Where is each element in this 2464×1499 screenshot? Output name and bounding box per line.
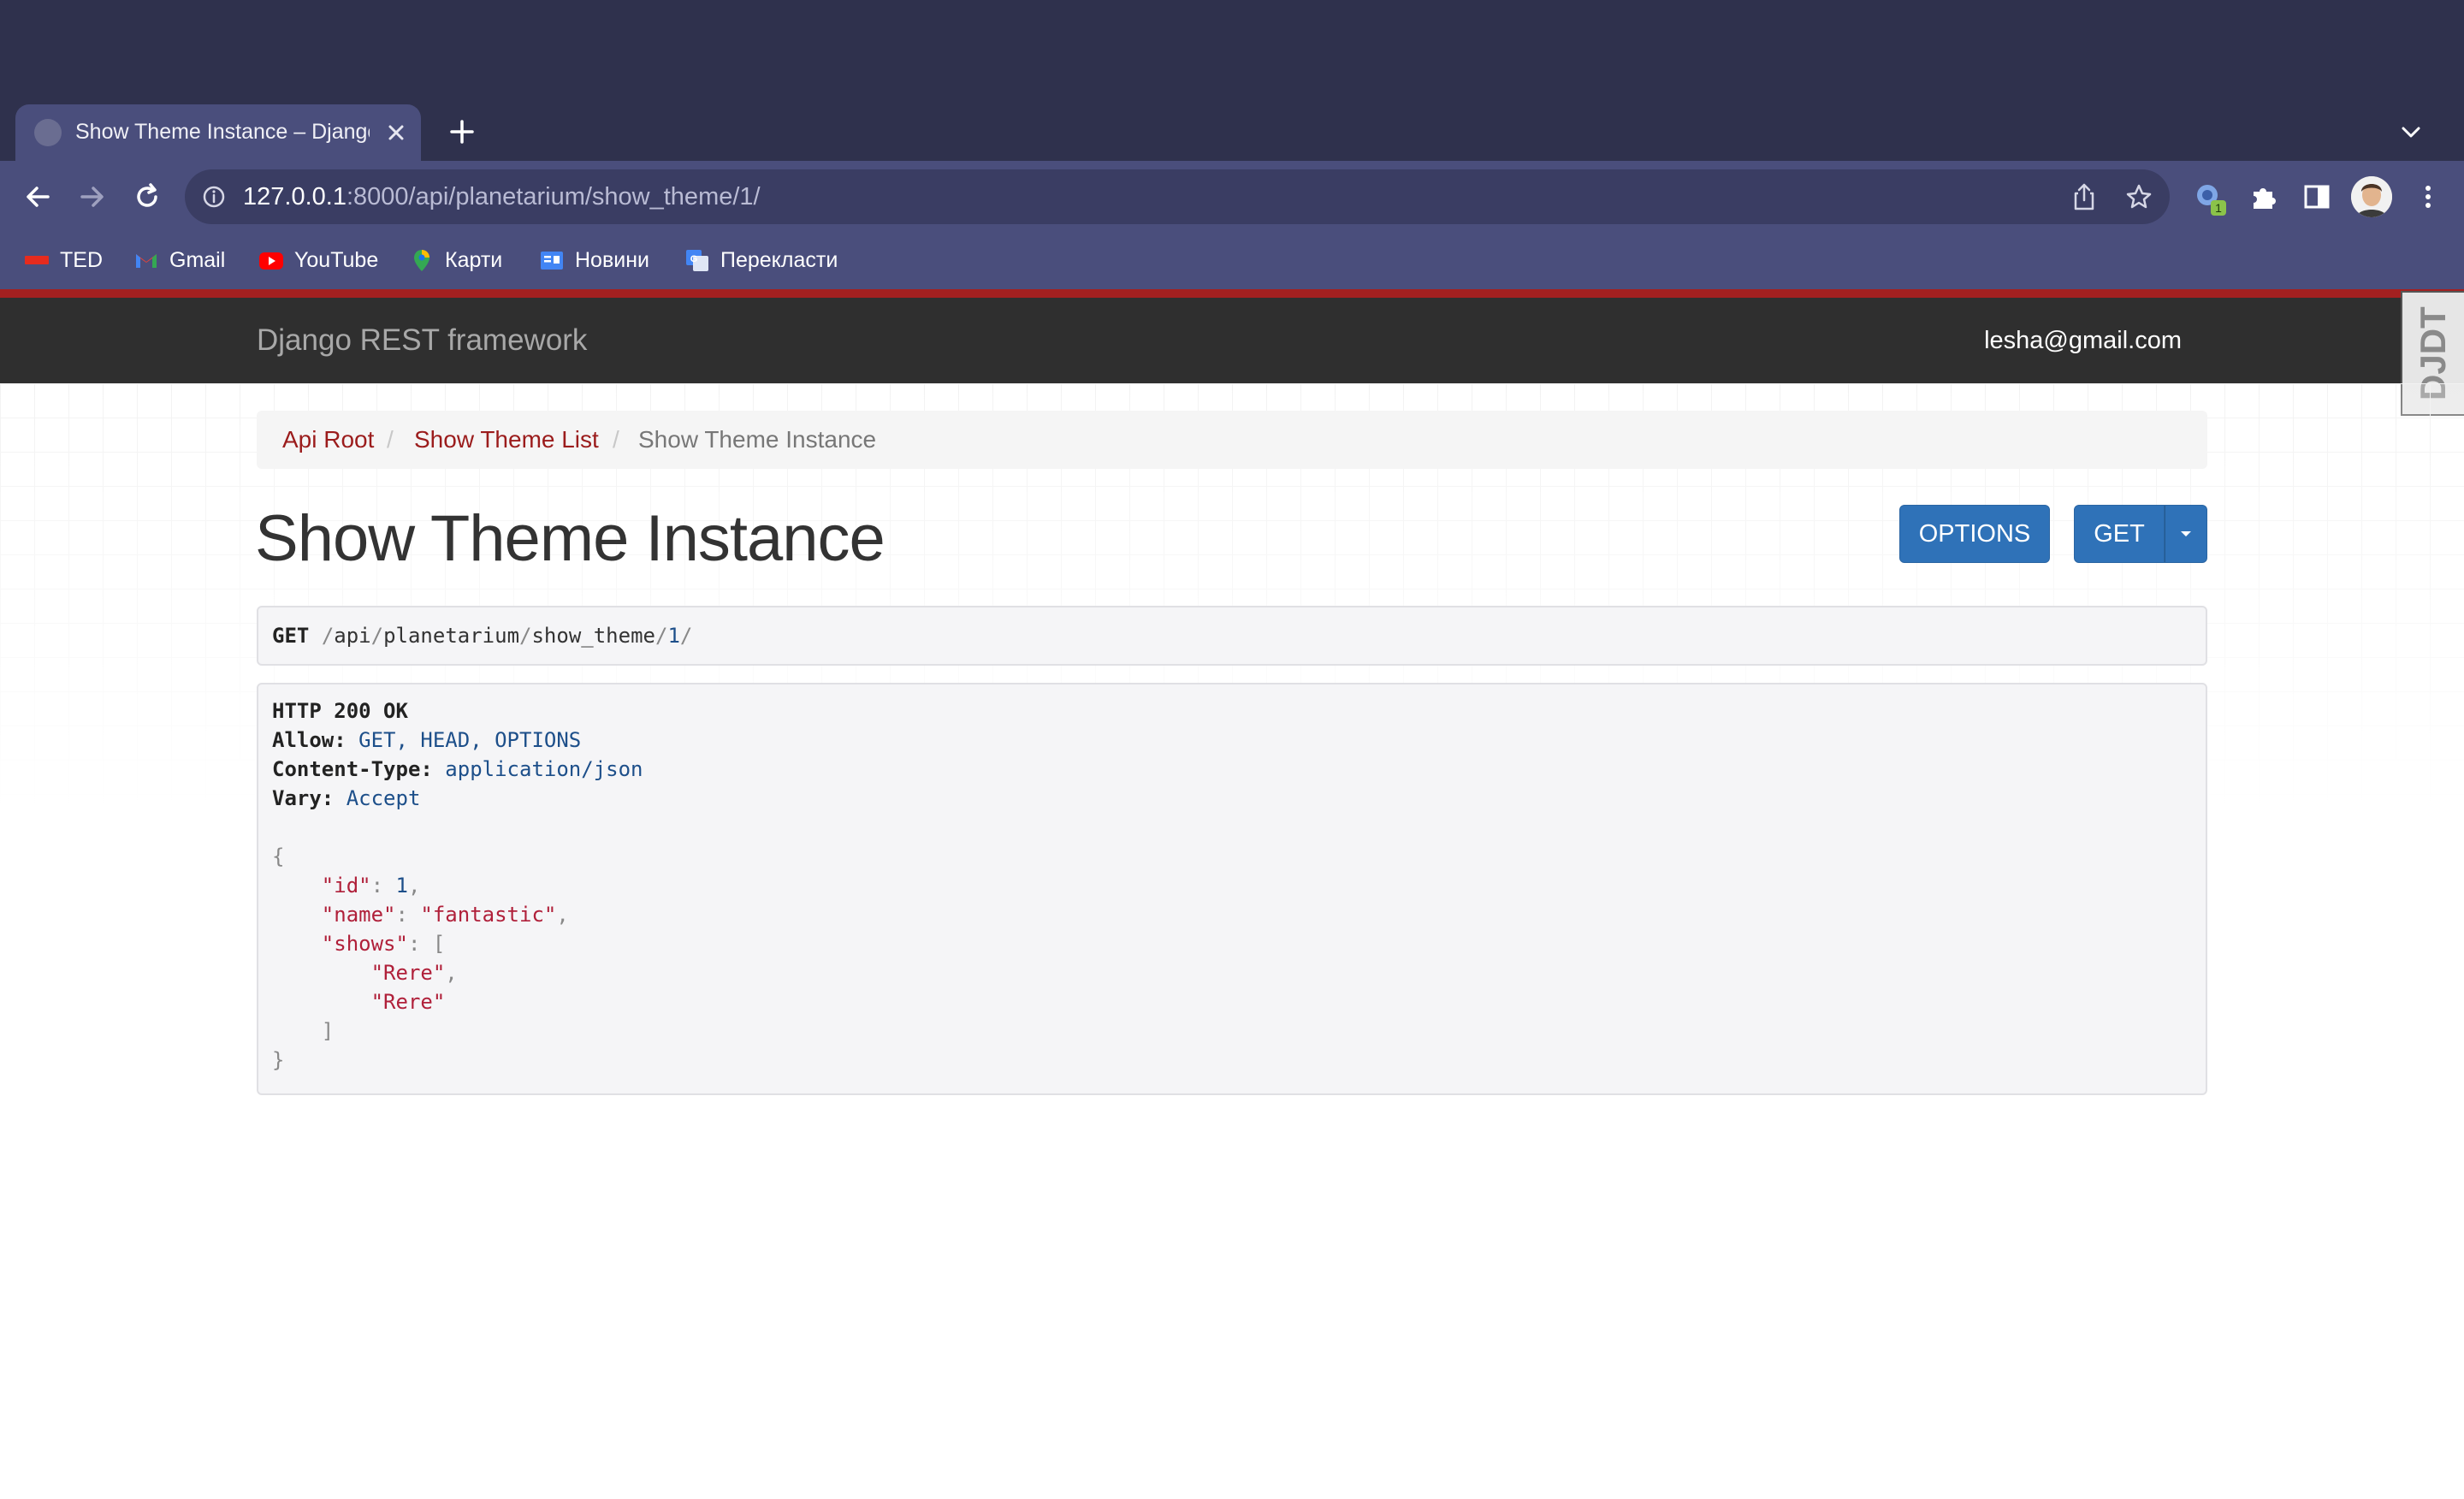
extension-badge: 1 — [2215, 201, 2222, 215]
caret-down-icon — [2181, 531, 2191, 536]
bookmark-maps[interactable]: Карти — [409, 243, 502, 277]
bookmark-star-icon[interactable] — [2122, 180, 2156, 214]
json-open-brace: { — [272, 844, 285, 868]
get-format-dropdown[interactable] — [2165, 505, 2207, 563]
json-line-name: "name": "fantastic", — [321, 903, 569, 927]
response-info: HTTP 200 OK Allow: GET, HEAD, OPTIONS Co… — [257, 683, 2207, 1095]
forward-arrow-icon[interactable] — [74, 178, 111, 216]
bookmark-label: YouTube — [294, 247, 379, 272]
bookmark-label: TED — [60, 247, 103, 272]
response-header: Vary: Accept — [272, 786, 421, 810]
brand-link[interactable]: Django REST framework — [257, 320, 587, 361]
back-arrow-icon[interactable] — [19, 178, 56, 216]
gmail-icon — [133, 247, 159, 273]
request-line: GET /api/planetarium/show_theme/1/ — [272, 624, 693, 648]
json-array-item: "Rere", — [370, 961, 458, 985]
translate-icon: G — [684, 247, 710, 273]
maps-icon — [409, 247, 435, 273]
browser-menu-icon[interactable] — [2413, 180, 2443, 214]
response-header: Content-Type: application/json — [272, 757, 643, 781]
json-close-brace: } — [272, 1048, 285, 1072]
json-array-item: "Rere" — [370, 990, 446, 1014]
bookmark-youtube[interactable]: YouTube — [258, 243, 378, 277]
path-segment[interactable]: planetarium — [383, 624, 519, 648]
url-path: :8000/api/planetarium/show_theme/1/ — [346, 183, 761, 210]
youtube-icon — [258, 247, 284, 273]
request-info: GET /api/planetarium/show_theme/1/ — [257, 606, 2207, 666]
new-tab-icon[interactable] — [447, 113, 477, 151]
json-array-close: ] — [272, 1019, 335, 1043]
breadcrumb-separator: / — [387, 426, 394, 453]
page-title: Show Theme Instance — [255, 502, 886, 575]
bookmark-label: Перекласти — [720, 247, 838, 272]
bookmark-news[interactable]: Новини — [539, 243, 649, 277]
options-button[interactable]: OPTIONS — [1899, 505, 2050, 563]
share-icon[interactable] — [2069, 180, 2100, 214]
bookmark-label: Новини — [575, 247, 649, 272]
tab-search-chevron-icon[interactable] — [2396, 116, 2426, 147]
tab-title: Show Theme Instance – Django REST framew… — [75, 120, 370, 144]
response-status: HTTP 200 OK — [272, 699, 408, 723]
bookmark-label: Карти — [445, 247, 503, 272]
ted-icon — [24, 247, 50, 273]
bookmark-translate[interactable]: G Перекласти — [684, 243, 838, 277]
path-segment[interactable]: show_theme — [531, 624, 655, 648]
breadcrumb-api-root[interactable]: Api Root — [282, 424, 374, 455]
get-button[interactable]: GET — [2074, 505, 2165, 563]
bookmark-label: Gmail — [169, 247, 226, 272]
profile-avatar[interactable] — [2351, 176, 2392, 217]
side-panel-icon[interactable] — [2301, 181, 2332, 212]
bookmark-gmail[interactable]: Gmail — [133, 243, 225, 277]
extensions-puzzle-icon[interactable] — [2247, 180, 2281, 214]
breadcrumb-separator: / — [613, 426, 619, 453]
url-host: 127.0.0.1 — [243, 183, 346, 210]
tab-close-icon[interactable] — [382, 118, 411, 147]
response-header: Allow: GET, HEAD, OPTIONS — [272, 728, 582, 752]
bookmark-ted[interactable]: TED — [24, 243, 103, 277]
user-menu[interactable]: lesha@gmail.com — [1925, 323, 2182, 358]
svg-text:G: G — [690, 254, 698, 264]
url-text[interactable]: 127.0.0.1:8000/api/planetarium/show_them… — [243, 181, 761, 212]
news-icon — [539, 247, 565, 273]
path-segment[interactable]: api — [334, 624, 370, 648]
request-method: GET — [272, 624, 310, 648]
navbar-accent-line — [0, 289, 2464, 298]
breadcrumb-show-theme-list[interactable]: Show Theme List — [414, 424, 599, 455]
json-line-id: "id": 1, — [321, 874, 421, 898]
site-info-icon[interactable] — [200, 183, 228, 210]
breadcrumb-current: Show Theme Instance — [638, 426, 877, 453]
reload-icon[interactable] — [128, 178, 166, 216]
path-segment[interactable]: 1 — [667, 624, 679, 648]
json-line-shows: "shows": [ — [321, 932, 446, 956]
extension-icon[interactable]: 1 — [2194, 180, 2228, 217]
tab-favicon-icon — [34, 119, 62, 146]
